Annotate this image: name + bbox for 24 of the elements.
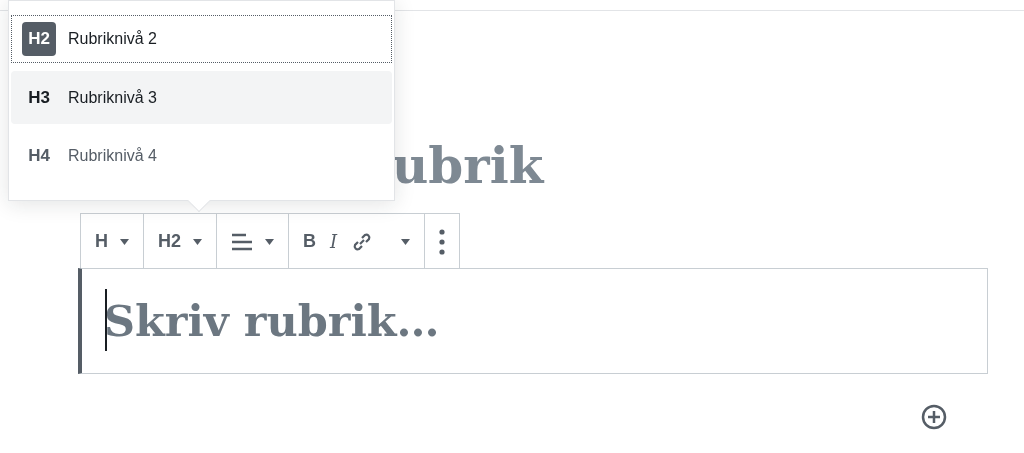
heading-level-option[interactable]: H2 Rubriknivå 2: [11, 15, 392, 63]
more-options-icon: [439, 228, 446, 255]
caret-icon: [120, 238, 129, 245]
caret-icon: [401, 238, 411, 245]
heading-field[interactable]: Skriv rubrik…: [102, 287, 962, 355]
heading-level-label: H3: [27, 86, 51, 109]
text-cursor: [105, 289, 107, 351]
toolbar-button[interactable]: B: [297, 221, 322, 262]
toolbar-button[interactable]: H: [89, 221, 135, 262]
post-title: ubrik: [392, 135, 544, 197]
toolbar-button[interactable]: I: [324, 221, 344, 262]
heading-level-label: H4: [27, 145, 51, 168]
align-left-icon: [231, 231, 253, 252]
heading-level-option[interactable]: H3 Rubriknivå 3: [11, 71, 392, 124]
add-block-icon[interactable]: [920, 403, 948, 431]
toolbar-button[interactable]: H2: [152, 221, 208, 262]
heading-level-badge: H2: [22, 22, 56, 56]
heading-level-option[interactable]: H4 Rubriknivå 4: [11, 132, 392, 180]
option-label: Rubriknivå 3: [68, 87, 157, 108]
heading-block[interactable]: Skriv rubrik…: [78, 268, 988, 374]
option-label: Rubriknivå 2: [68, 29, 157, 49]
caret-icon: [265, 238, 274, 245]
option-label: Rubriknivå 4: [68, 146, 157, 166]
caret-icon: [193, 238, 202, 245]
